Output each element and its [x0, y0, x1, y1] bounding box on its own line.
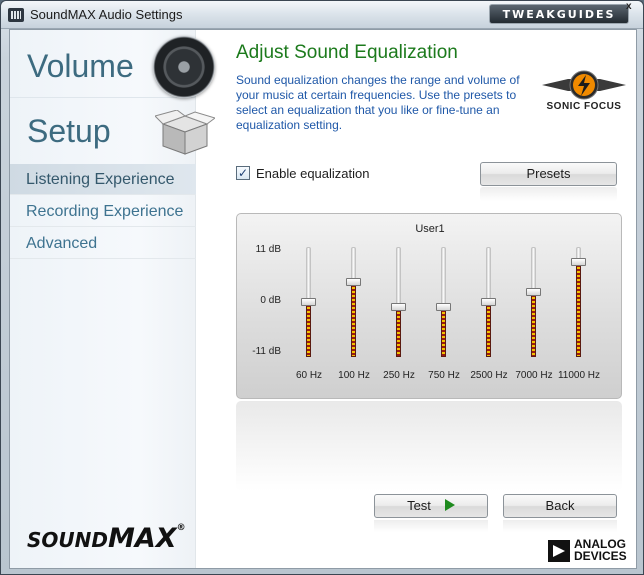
- eq-level-fill: [576, 262, 581, 357]
- eq-level-fill: [396, 307, 401, 357]
- db-label-top: 11 dB: [255, 244, 281, 255]
- close-icon[interactable]: x: [626, 1, 632, 12]
- test-button-label: Test: [407, 498, 431, 513]
- eq-band-60hz: 60 Hz: [289, 244, 329, 384]
- speaker-icon: [153, 36, 215, 98]
- box-icon: [155, 110, 215, 155]
- test-reflection: [374, 520, 488, 532]
- eq-level-fill: [441, 307, 446, 357]
- sidebar-item-label: Recording Experience: [26, 203, 184, 220]
- eq-level-fill: [351, 282, 356, 357]
- sidebar-item-label: Listening Experience: [26, 171, 175, 188]
- db-label-mid: 0 dB: [260, 295, 281, 306]
- db-label-bottom: -11 dB: [252, 346, 281, 357]
- sonic-focus-text: SONIC FOCUS: [546, 101, 622, 112]
- eq-band-100hz: 100 Hz: [334, 244, 374, 384]
- eq-level-fill: [486, 302, 491, 357]
- eq-band-2500hz: 2500 Hz: [469, 244, 509, 384]
- back-reflection: [503, 520, 617, 532]
- eq-slider-thumb[interactable]: [346, 278, 361, 286]
- nav-volume-label: Volume: [27, 48, 134, 84]
- client-area: Volume Setup Listening Experience Record…: [9, 29, 637, 569]
- window-title: SoundMAX Audio Settings: [30, 7, 183, 22]
- lightning-bolt-icon: [542, 70, 626, 100]
- app-window: SoundMAX Audio Settings TWEAKGUIDES x Vo…: [0, 0, 644, 575]
- equalizer-panel: User1 11 dB 0 dB -11 dB 60 Hz 100 Hz 250 H…: [236, 213, 622, 399]
- eq-level-fill: [531, 292, 536, 357]
- eq-slider-thumb[interactable]: [481, 298, 496, 306]
- sidebar-item-label: Advanced: [26, 235, 98, 252]
- sidebar-item-advanced[interactable]: Advanced: [10, 228, 196, 259]
- eq-slider-thumb[interactable]: [571, 258, 586, 266]
- eq-band-250hz: 250 Hz: [379, 244, 419, 384]
- analog-devices-line2: DEVICES: [574, 549, 627, 563]
- enable-equalization-label[interactable]: Enable equalization: [256, 166, 369, 181]
- eq-slider-thumb[interactable]: [526, 288, 541, 296]
- play-icon: [444, 499, 455, 511]
- eq-slider-thumb[interactable]: [391, 303, 406, 311]
- presets-reflection: [480, 187, 617, 201]
- title-bar[interactable]: SoundMAX Audio Settings TWEAKGUIDES x: [1, 1, 643, 29]
- tweakguides-watermark: TWEAKGUIDES: [489, 4, 629, 24]
- enable-equalization-checkbox[interactable]: ✓: [236, 166, 250, 180]
- soundmax-logo: SOUNDMAX®: [27, 523, 186, 554]
- presets-button[interactable]: Presets: [480, 162, 617, 186]
- page-title: Adjust Sound Equalization: [236, 42, 458, 63]
- nav-setup-label: Setup: [27, 113, 111, 149]
- sonic-focus-logo: SONIC FOCUS: [538, 68, 630, 118]
- eq-band-750hz: 750 Hz: [424, 244, 464, 384]
- eq-slider-thumb[interactable]: [436, 303, 451, 311]
- sidebar-item-recording-experience[interactable]: Recording Experience: [10, 196, 196, 227]
- eq-frequency-label: 11000 Hz: [557, 370, 601, 381]
- equalizer-reflection: [236, 401, 622, 491]
- sidebar: Volume Setup Listening Experience Record…: [10, 30, 215, 568]
- back-button[interactable]: Back: [503, 494, 617, 518]
- eq-band-11000hz: 11000 Hz: [558, 244, 600, 384]
- equalizer-preset-name: User1: [415, 223, 445, 235]
- app-icon: [8, 8, 24, 22]
- eq-slider-thumb[interactable]: [301, 298, 316, 306]
- page-description: Sound equalization changes the range and…: [236, 73, 520, 132]
- sidebar-item-listening-experience[interactable]: Listening Experience: [10, 164, 196, 195]
- test-button[interactable]: Test: [374, 494, 488, 518]
- eq-band-7000hz: 7000 Hz: [514, 244, 554, 384]
- eq-level-fill: [306, 302, 311, 357]
- analog-devices-mark-icon: [548, 540, 570, 562]
